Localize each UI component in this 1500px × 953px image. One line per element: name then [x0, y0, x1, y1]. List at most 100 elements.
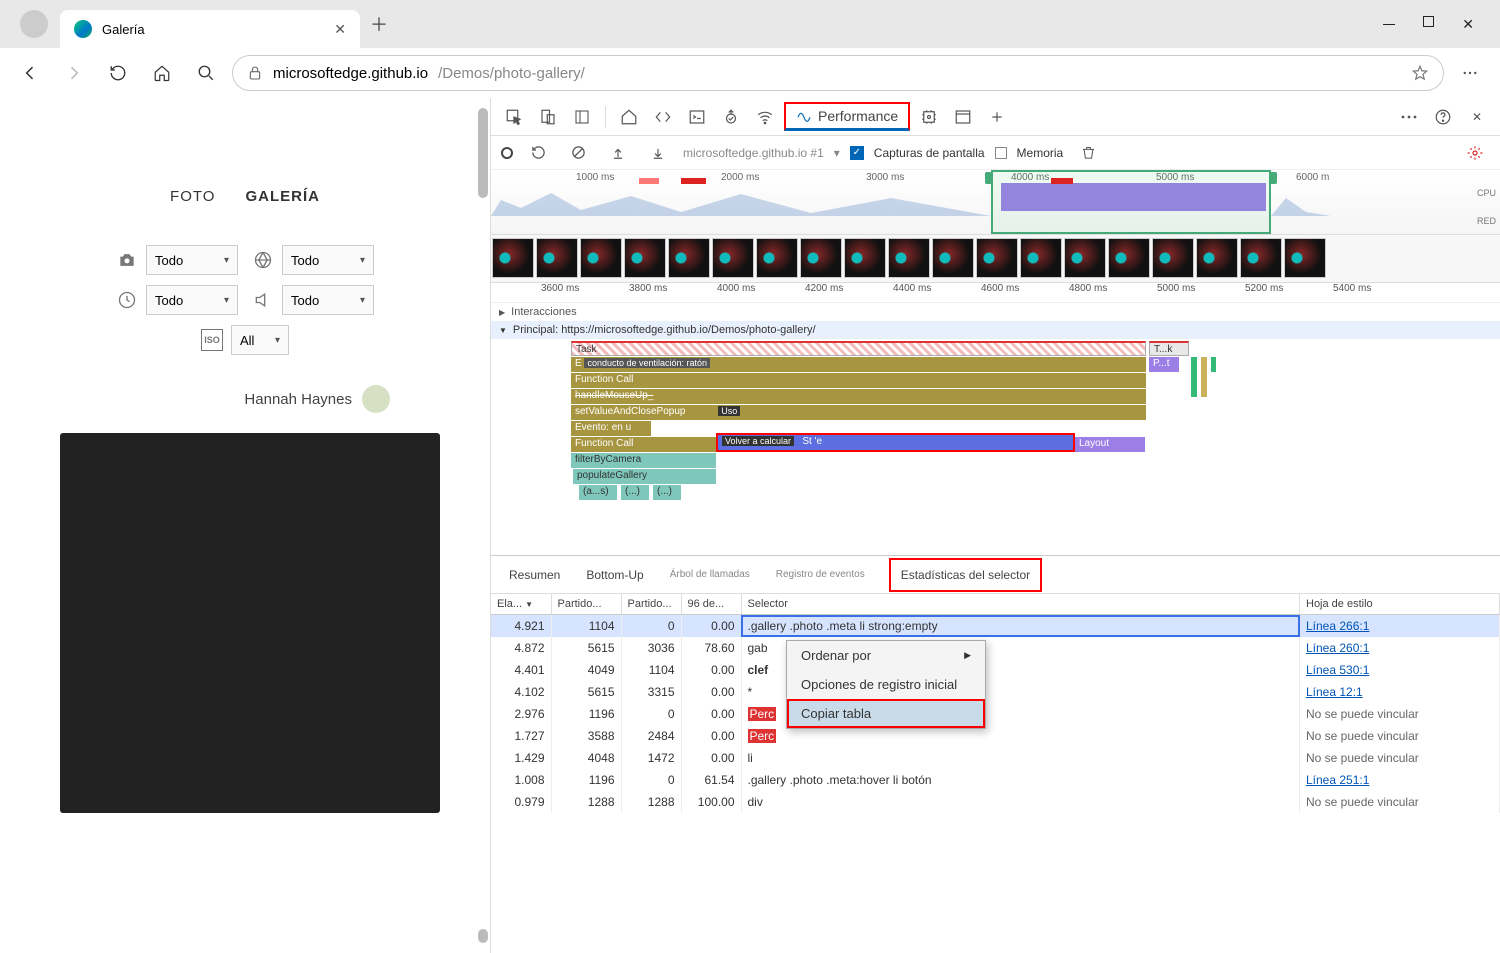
perf-action-bar: microsoftedge.github.io #1 ▾ ✓ Capturas …: [491, 136, 1500, 170]
table-row[interactable]: 0.97912881288100.00divNo se puede vincul…: [491, 791, 1500, 813]
device-icon[interactable]: [533, 102, 563, 132]
flame-chart[interactable]: ▼Principal: https://microsoftedge.github…: [491, 321, 1500, 556]
devtools-tabstrip: Performance ✕: [491, 98, 1500, 136]
application-icon[interactable]: [948, 102, 978, 132]
ctx-copy-table[interactable]: Copiar tabla: [787, 699, 985, 728]
close-devtools-icon[interactable]: ✕: [1462, 102, 1492, 132]
reload-button[interactable]: [100, 55, 136, 91]
tab-bottom-up[interactable]: Bottom-Up: [586, 568, 643, 582]
tab-call-tree[interactable]: Árbol de llamadas: [670, 569, 750, 580]
menu-button[interactable]: [1452, 55, 1488, 91]
settings-icon[interactable]: [1460, 138, 1490, 168]
iso-icon: ISO: [201, 329, 223, 351]
flame-task[interactable]: Task: [571, 341, 1146, 356]
layout-icon[interactable]: [567, 102, 597, 132]
memory-checkbox[interactable]: [995, 147, 1007, 159]
dropdown-icon[interactable]: ▾: [834, 146, 840, 160]
tab-galeria[interactable]: GALERÍA: [245, 188, 320, 205]
author-name: Hannah Haynes: [244, 391, 352, 408]
gc-button[interactable]: [1073, 138, 1103, 168]
help-icon[interactable]: [1428, 102, 1458, 132]
reload-record-button[interactable]: [523, 138, 553, 168]
selector-stats-table[interactable]: Ela... ▼ Partido... Partido... 96 de... …: [491, 594, 1500, 953]
filter-time[interactable]: Todo▾: [146, 285, 238, 315]
chevron-down-icon: ▾: [275, 335, 280, 346]
author-row: Hannah Haynes: [100, 385, 390, 413]
tab-summary[interactable]: Resumen: [509, 568, 560, 582]
lock-icon: [247, 65, 263, 81]
profile-avatar[interactable]: [20, 10, 48, 38]
performance-tab[interactable]: Performance: [784, 102, 910, 131]
minimize-icon[interactable]: [1383, 24, 1395, 25]
address-bar[interactable]: microsoftedge.github.io/Demos/photo-gall…: [232, 55, 1444, 91]
table-row[interactable]: 1.727358824840.00PercNo se puede vincula…: [491, 725, 1500, 747]
url-path: /Demos/photo-gallery/: [438, 65, 585, 82]
table-row[interactable]: 4.8725615303678.60gabLínea 260:1: [491, 637, 1500, 659]
screenshot-thumb[interactable]: [492, 238, 534, 278]
more-panels-button[interactable]: [982, 102, 1012, 132]
memory-icon[interactable]: [914, 102, 944, 132]
close-window-icon[interactable]: ✕: [1462, 16, 1474, 33]
network-icon[interactable]: [750, 102, 780, 132]
viewport-handle-right[interactable]: [1270, 172, 1277, 184]
screenshots-label: Capturas de pantalla: [874, 146, 985, 160]
screenshot-strip[interactable]: [491, 235, 1500, 283]
chevron-down-icon: ▾: [224, 295, 229, 306]
more-icon[interactable]: [1394, 102, 1424, 132]
details-tabs: Resumen Bottom-Up Árbol de llamadas Regi…: [491, 556, 1500, 594]
filter-iso[interactable]: All▾: [231, 325, 289, 355]
inspect-icon[interactable]: [499, 102, 529, 132]
screenshots-checkbox[interactable]: ✓: [850, 146, 864, 160]
close-icon[interactable]: ✕: [334, 21, 346, 38]
chevron-down-icon: ▾: [360, 295, 365, 306]
table-row[interactable]: 2.976119600.00PercNo se puede vincular: [491, 703, 1500, 725]
page-viewport: FOTO GALERÍA Todo▾ Todo▾ To: [0, 98, 490, 953]
record-button[interactable]: [501, 147, 513, 159]
welcome-icon[interactable]: [614, 102, 644, 132]
filter-sound[interactable]: Todo▾: [282, 285, 374, 315]
browser-tab[interactable]: Galería ✕: [60, 10, 360, 48]
home-button[interactable]: [144, 55, 180, 91]
clear-button[interactable]: [563, 138, 593, 168]
tab-title: Galería: [102, 22, 145, 37]
track-main-label: Principal: https://microsoftedge.github.…: [513, 324, 816, 336]
memory-label: Memoria: [1017, 146, 1064, 160]
track-interactions[interactable]: ▶Interacciones: [491, 303, 1500, 321]
download-button[interactable]: [643, 138, 673, 168]
table-row[interactable]: 1.0081196061.54.gallery .photo .meta:hov…: [491, 769, 1500, 791]
tab-foto[interactable]: FOTO: [170, 188, 215, 205]
ctx-sort-by[interactable]: Ordenar por▶: [787, 641, 985, 670]
new-tab-button[interactable]: ＋: [370, 11, 388, 37]
upload-button[interactable]: [603, 138, 633, 168]
table-row[interactable]: 4.102561533150.00*Línea 12:1: [491, 681, 1500, 703]
maximize-icon[interactable]: [1423, 16, 1434, 27]
favorite-icon[interactable]: [1411, 64, 1429, 82]
filter-aperture[interactable]: Todo▾: [282, 245, 374, 275]
table-row[interactable]: 1.429404814720.00liNo se puede vincular: [491, 747, 1500, 769]
elements-icon[interactable]: [648, 102, 678, 132]
tab-selector-stats[interactable]: Estadísticas del selector: [891, 560, 1040, 590]
page-scrollbar[interactable]: [474, 108, 490, 943]
gallery-photo[interactable]: [60, 433, 440, 813]
ctx-reset-log[interactable]: Opciones de registro inicial: [787, 670, 985, 699]
flame-ruler: 3600 ms3800 ms4000 ms4200 ms4400 ms4600 …: [491, 283, 1500, 303]
overview-viewport[interactable]: [991, 170, 1271, 234]
search-button[interactable]: [188, 55, 224, 91]
overview-timeline[interactable]: 1000 ms 2000 ms 3000 ms 4000 ms 5000 ms …: [491, 170, 1500, 235]
devtools-panel: Performance ✕ microsoftedge.github.io #1…: [490, 98, 1500, 953]
recording-name[interactable]: microsoftedge.github.io #1: [683, 146, 824, 160]
camera-icon: [116, 249, 138, 271]
filter-camera[interactable]: Todo▾: [146, 245, 238, 275]
gallery-tabs: FOTO GALERÍA: [60, 188, 430, 205]
sources-icon[interactable]: [716, 102, 746, 132]
console-icon[interactable]: [682, 102, 712, 132]
table-row[interactable]: 4.921110400.00.gallery .photo .meta li s…: [491, 615, 1500, 637]
author-avatar[interactable]: [362, 385, 390, 413]
edge-icon: [74, 20, 92, 38]
table-row[interactable]: 4.401404911040.00clefLínea 530:1: [491, 659, 1500, 681]
back-button[interactable]: [12, 55, 48, 91]
browser-toolbar: microsoftedge.github.io/Demos/photo-gall…: [0, 48, 1500, 98]
tab-event-log[interactable]: Registro de eventos: [776, 569, 865, 580]
flame-recalculate-style[interactable]: Volver a calcular St 'e: [718, 435, 1073, 450]
forward-button: [56, 55, 92, 91]
